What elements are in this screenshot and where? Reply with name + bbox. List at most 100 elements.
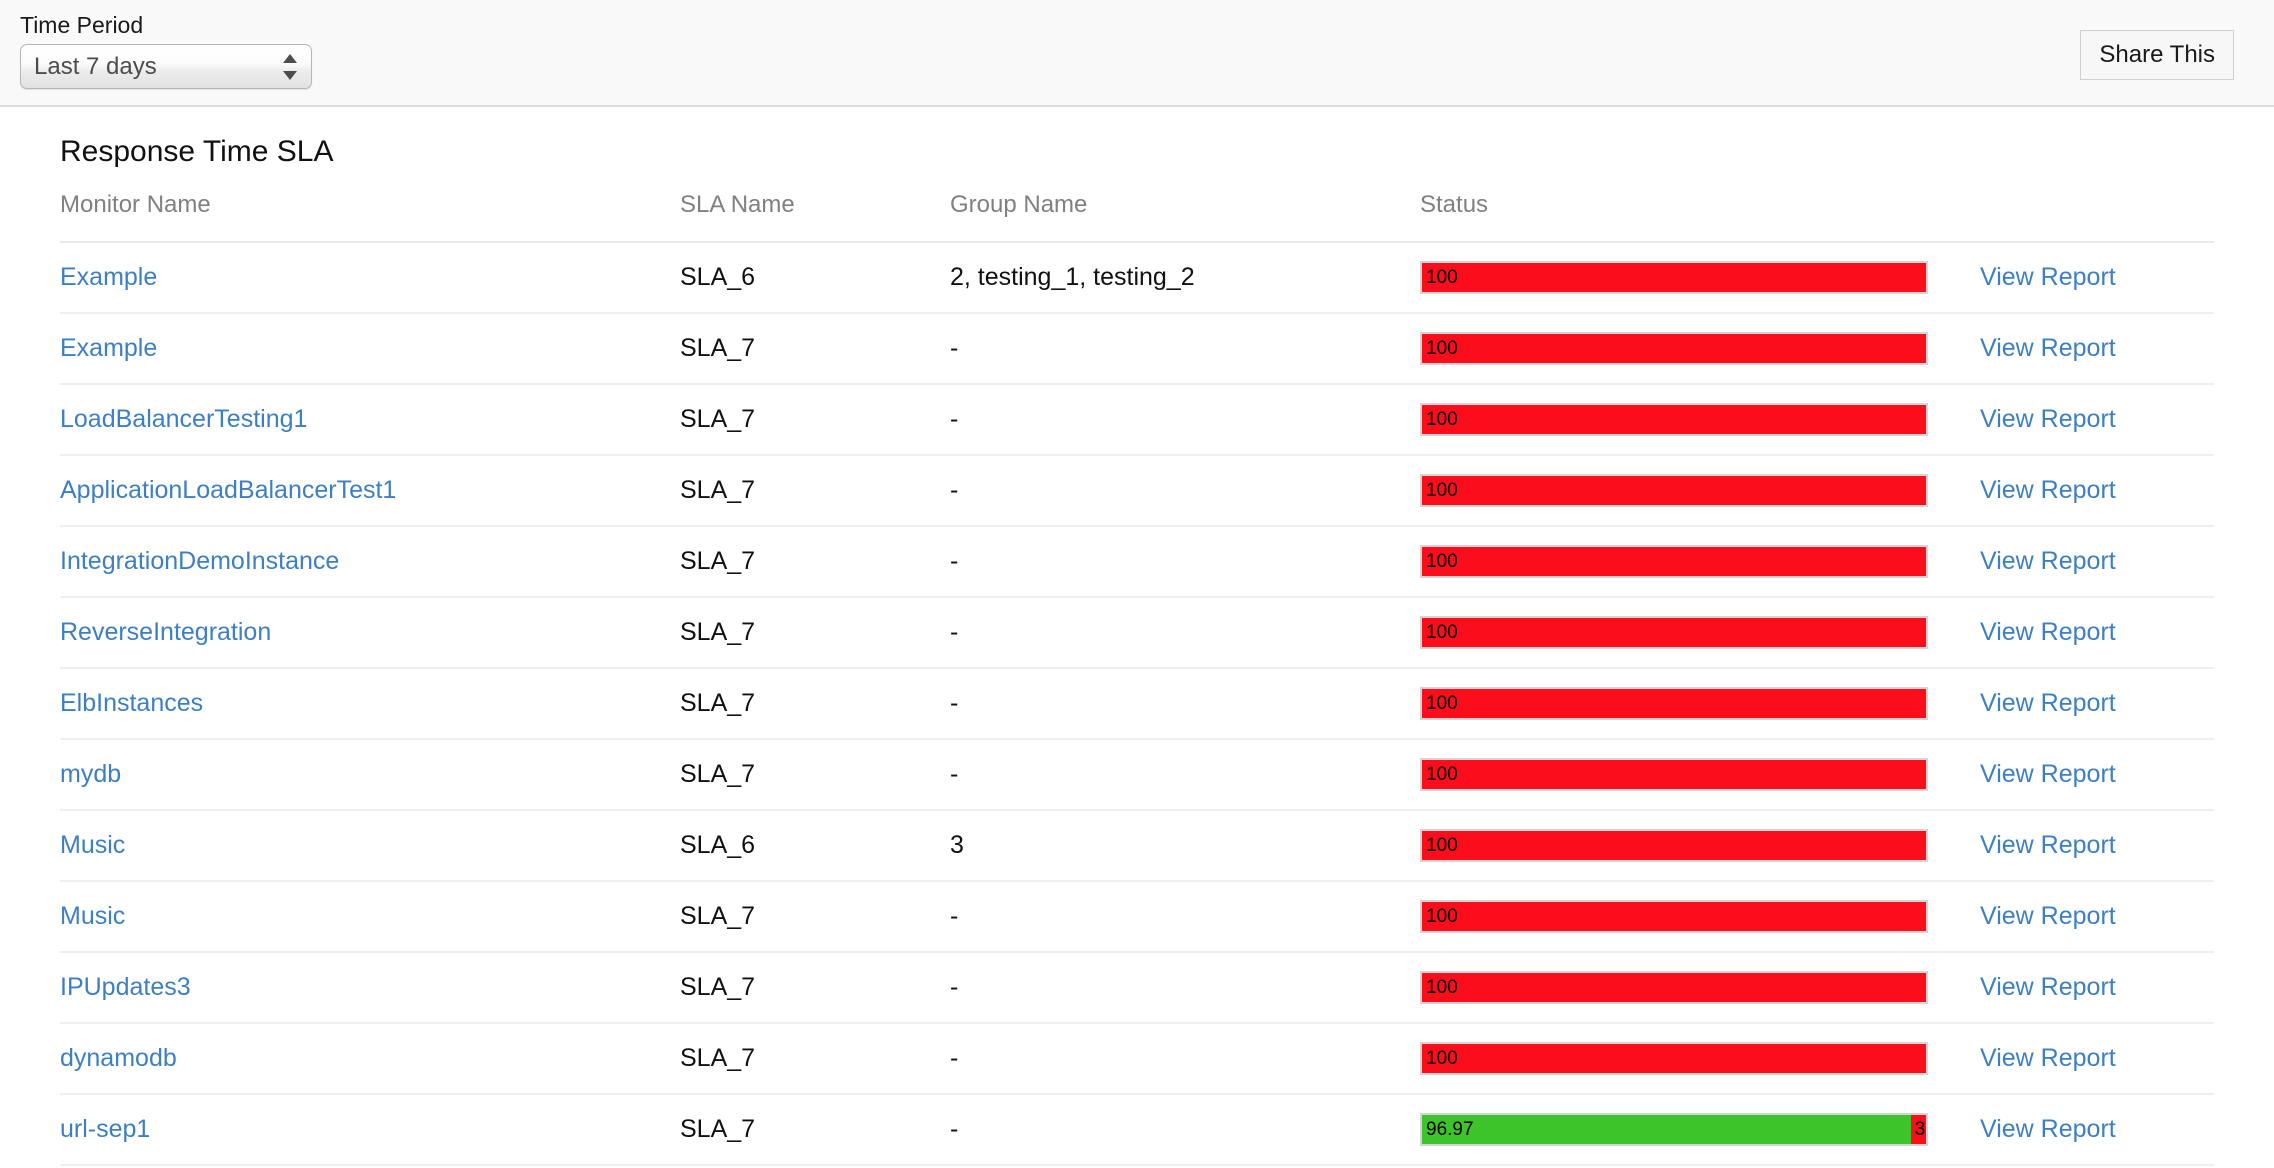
column-header-sla-name: SLA Name xyxy=(680,191,950,243)
monitor-name-link[interactable]: dynamodb xyxy=(60,1044,177,1072)
cell-sla-name: SLA_7 xyxy=(680,952,950,1024)
cell-status: 100 xyxy=(1420,313,1980,385)
table-row: LoadBalancerTesting1 SLA_7-100 View Report xyxy=(60,384,2214,456)
time-period-select[interactable]: Last 7 days xyxy=(20,44,312,89)
sla-status-bar: 100 xyxy=(1420,687,1928,720)
monitor-name-link[interactable]: Music xyxy=(60,902,125,930)
sla-status-segment-red: 100 xyxy=(1422,1044,1926,1073)
cell-action: View Report xyxy=(1980,810,2214,882)
cell-group-name: - xyxy=(950,1023,1420,1095)
cell-action: View Report xyxy=(1980,455,2214,527)
cell-sla-name: SLA_7 xyxy=(680,1094,950,1166)
cell-action: View Report xyxy=(1980,242,2214,314)
monitor-name-link[interactable]: LoadBalancerTesting1 xyxy=(60,405,307,433)
cell-status: 100 xyxy=(1420,242,1980,314)
sla-status-segment-label: 100 xyxy=(1426,977,1458,998)
monitor-name-link[interactable]: Music xyxy=(60,831,125,859)
cell-monitor-name: url-sep1 xyxy=(60,1094,680,1166)
cell-status: 100 xyxy=(1420,881,1980,953)
sla-status-segment-red: 100 xyxy=(1422,405,1926,434)
sla-panel: Response Time SLA Monitor Name SLA Name … xyxy=(0,107,2274,1166)
cell-sla-name: SLA_7 xyxy=(680,739,950,811)
table-row: IPUpdates3 SLA_7-100 View Report xyxy=(60,952,2214,1024)
cell-status: 100 xyxy=(1420,668,1980,740)
cell-monitor-name: Music xyxy=(60,881,680,953)
sla-status-segment-red: 100 xyxy=(1422,476,1926,505)
view-report-link[interactable]: View Report xyxy=(1980,831,2116,859)
monitor-name-link[interactable]: ElbInstances xyxy=(60,689,203,717)
response-time-sla-table: Monitor Name SLA Name Group Name Status … xyxy=(60,191,2214,1166)
sla-status-segment-label: 100 xyxy=(1426,764,1458,785)
monitor-name-link[interactable]: IPUpdates3 xyxy=(60,973,191,1001)
cell-action: View Report xyxy=(1980,1023,2214,1095)
view-report-link[interactable]: View Report xyxy=(1980,405,2116,433)
cell-monitor-name: ReverseIntegration xyxy=(60,597,680,669)
sla-status-segment-red: 100 xyxy=(1422,618,1926,647)
top-toolbar: Time Period Last 7 days Share This xyxy=(0,0,2274,107)
sla-status-segment-label: 100 xyxy=(1426,693,1458,714)
cell-sla-name: SLA_6 xyxy=(680,810,950,882)
cell-monitor-name: LoadBalancerTesting1 xyxy=(60,384,680,456)
sla-status-segment-red: 100 xyxy=(1422,334,1926,363)
sla-status-segment-label: 100 xyxy=(1426,267,1458,288)
cell-monitor-name: ApplicationLoadBalancerTest1 xyxy=(60,455,680,527)
table-header: Monitor Name SLA Name Group Name Status xyxy=(60,191,2214,243)
table-row: url-sep1 SLA_7-96.97 3 View Report xyxy=(60,1094,2214,1166)
cell-group-name: 2, testing_1, testing_2 xyxy=(950,242,1420,314)
view-report-link[interactable]: View Report xyxy=(1980,1115,2116,1143)
sla-status-bar: 100 xyxy=(1420,545,1928,578)
cell-group-name: - xyxy=(950,881,1420,953)
stepper-arrows-icon xyxy=(283,52,297,82)
sla-status-segment-red: 100 xyxy=(1422,902,1926,931)
cell-monitor-name: Example xyxy=(60,242,680,314)
monitor-name-link[interactable]: ApplicationLoadBalancerTest1 xyxy=(60,476,396,504)
column-header-status: Status xyxy=(1420,191,1980,243)
time-period-selected-value: Last 7 days xyxy=(34,53,157,80)
view-report-link[interactable]: View Report xyxy=(1980,973,2116,1001)
sla-status-segment-label: 100 xyxy=(1426,338,1458,359)
cell-action: View Report xyxy=(1980,739,2214,811)
column-header-action xyxy=(1980,191,2214,243)
sla-status-segment-red: 100 xyxy=(1422,831,1926,860)
view-report-link[interactable]: View Report xyxy=(1980,334,2116,362)
time-period-group: Time Period Last 7 days xyxy=(20,12,312,89)
sla-status-bar: 100 xyxy=(1420,1042,1928,1075)
view-report-link[interactable]: View Report xyxy=(1980,263,2116,291)
table-row: IntegrationDemoInstance SLA_7-100 View Rep… xyxy=(60,526,2214,598)
monitor-name-link[interactable]: ReverseIntegration xyxy=(60,618,271,646)
sla-status-segment-label: 100 xyxy=(1426,622,1458,643)
cell-status: 100 xyxy=(1420,1023,1980,1095)
cell-action: View Report xyxy=(1980,952,2214,1024)
monitor-name-link[interactable]: Example xyxy=(60,334,157,362)
view-report-link[interactable]: View Report xyxy=(1980,760,2116,788)
cell-status: 100 xyxy=(1420,810,1980,882)
table-header-row: Monitor Name SLA Name Group Name Status xyxy=(60,191,2214,243)
sla-status-bar: 100 xyxy=(1420,971,1928,1004)
cell-sla-name: SLA_7 xyxy=(680,526,950,598)
monitor-name-link[interactable]: url-sep1 xyxy=(60,1115,150,1143)
cell-action: View Report xyxy=(1980,1094,2214,1166)
sla-status-segment-label: 100 xyxy=(1426,551,1458,572)
view-report-link[interactable]: View Report xyxy=(1980,476,2116,504)
cell-action: View Report xyxy=(1980,881,2214,953)
cell-action: View Report xyxy=(1980,597,2214,669)
chevron-down-icon xyxy=(283,70,297,80)
cell-sla-name: SLA_7 xyxy=(680,313,950,385)
sla-status-bar: 100 xyxy=(1420,332,1928,365)
view-report-link[interactable]: View Report xyxy=(1980,547,2116,575)
monitor-name-link[interactable]: IntegrationDemoInstance xyxy=(60,547,339,575)
cell-sla-name: SLA_7 xyxy=(680,455,950,527)
monitor-name-link[interactable]: Example xyxy=(60,263,157,291)
sla-status-segment-label: 100 xyxy=(1426,409,1458,430)
cell-group-name: - xyxy=(950,952,1420,1024)
view-report-link[interactable]: View Report xyxy=(1980,689,2116,717)
view-report-link[interactable]: View Report xyxy=(1980,618,2116,646)
cell-status: 100 xyxy=(1420,597,1980,669)
view-report-link[interactable]: View Report xyxy=(1980,1044,2116,1072)
view-report-link[interactable]: View Report xyxy=(1980,902,2116,930)
sla-status-segment-label: 100 xyxy=(1426,1048,1458,1069)
cell-action: View Report xyxy=(1980,668,2214,740)
share-this-button[interactable]: Share This xyxy=(2080,30,2234,80)
monitor-name-link[interactable]: mydb xyxy=(60,760,121,788)
cell-group-name: - xyxy=(950,384,1420,456)
